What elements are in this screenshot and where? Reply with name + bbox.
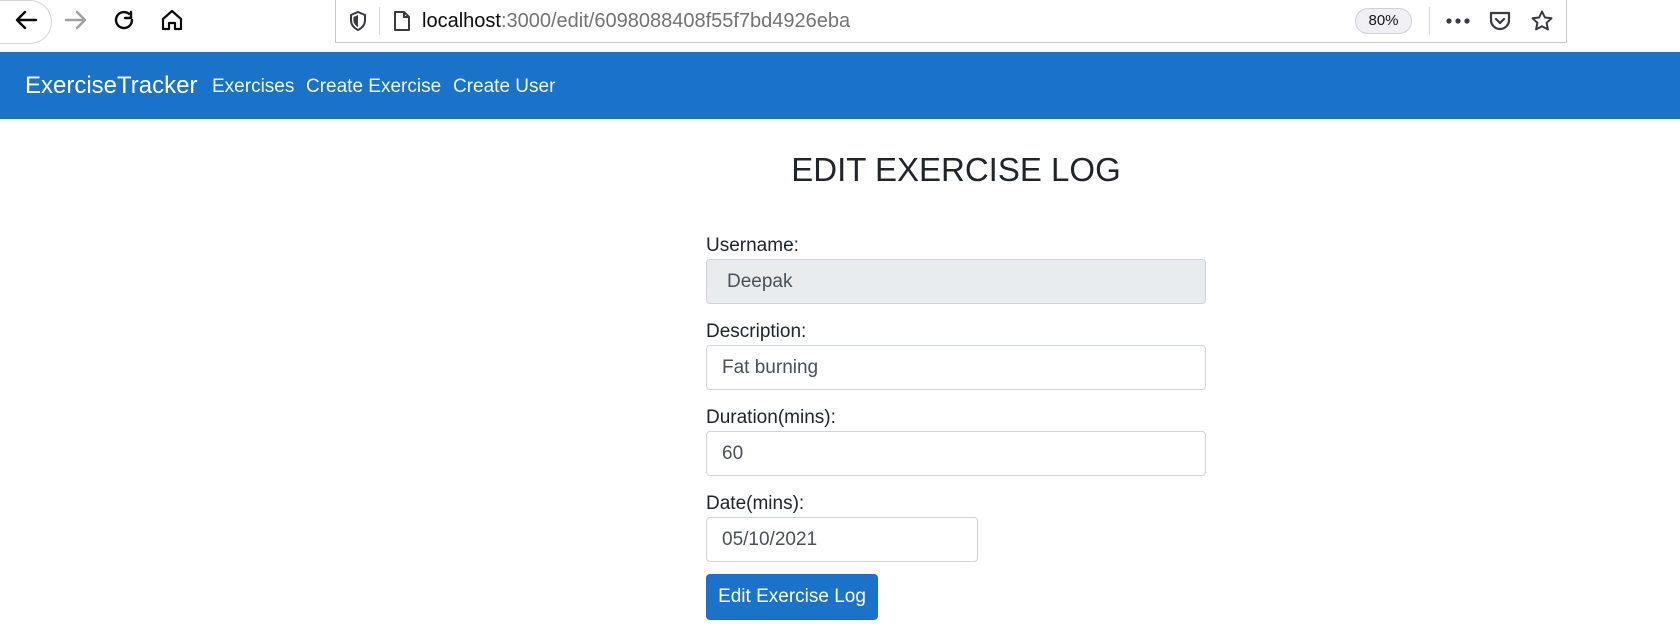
description-input[interactable]: Fat burning bbox=[706, 345, 1206, 390]
edit-exercise-log-button[interactable]: Edit Exercise Log bbox=[706, 574, 878, 620]
browser-toolbar: localhost:3000/edit/6098088408f55f7bd492… bbox=[0, 0, 1680, 52]
forward-button[interactable] bbox=[60, 6, 92, 38]
back-button[interactable] bbox=[0, 0, 52, 44]
reload-button[interactable] bbox=[108, 6, 140, 38]
zoom-level-button[interactable]: 80% bbox=[1355, 8, 1412, 34]
date-label: Date(mins): bbox=[706, 493, 805, 514]
duration-input[interactable]: 60 bbox=[706, 431, 1206, 476]
page-icon[interactable] bbox=[390, 9, 414, 33]
star-icon[interactable] bbox=[1529, 8, 1555, 34]
duration-label: Duration(mins): bbox=[706, 407, 836, 428]
url-host: localhost bbox=[422, 10, 501, 32]
shield-icon[interactable] bbox=[346, 9, 370, 33]
arrow-right-icon bbox=[62, 6, 90, 39]
pocket-icon[interactable] bbox=[1487, 8, 1513, 34]
url-separator bbox=[379, 7, 380, 35]
navbar: ExerciseTracker Exercises Create Exercis… bbox=[0, 52, 1680, 119]
username-label: Username: bbox=[706, 235, 799, 256]
nav-link-create-exercise[interactable]: Create Exercise bbox=[306, 75, 441, 99]
brand-link[interactable]: ExerciseTracker bbox=[25, 71, 197, 101]
url-separator bbox=[1429, 7, 1430, 35]
nav-link-exercises[interactable]: Exercises bbox=[212, 75, 294, 99]
page-title: EDIT EXERCISE LOG bbox=[791, 151, 1121, 188]
description-label: Description: bbox=[706, 321, 807, 342]
arrow-left-icon bbox=[12, 6, 40, 39]
url-bar[interactable]: localhost:3000/edit/6098088408f55f7bd492… bbox=[335, 0, 1567, 43]
home-icon bbox=[159, 7, 185, 38]
reload-icon bbox=[111, 7, 137, 38]
url-text[interactable]: localhost:3000/edit/6098088408f55f7bd492… bbox=[422, 9, 850, 33]
username-select[interactable]: Deepak bbox=[706, 259, 1206, 304]
url-path: :3000/edit/6098088408f55f7bd4926eba bbox=[500, 10, 851, 32]
nav-link-create-user[interactable]: Create User bbox=[453, 75, 555, 99]
home-button[interactable] bbox=[156, 6, 188, 38]
date-input[interactable]: 05/10/2021 bbox=[706, 517, 978, 562]
ellipsis-icon[interactable] bbox=[1443, 9, 1473, 33]
